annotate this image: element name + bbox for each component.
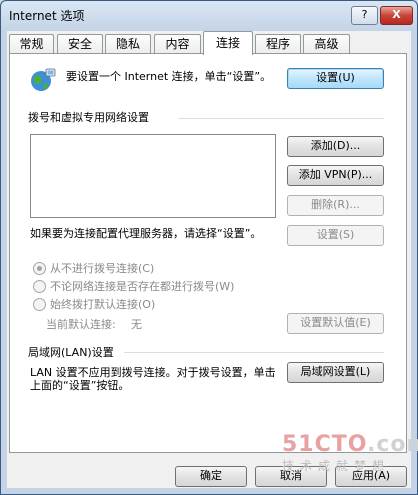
radio-always-dial[interactable] (33, 298, 46, 311)
option-dial-whenever: 不论网络连接是否存在都进行拨号(W) (50, 280, 235, 293)
dialup-group-label: 拨号和虚拟专用网络设置 (28, 111, 149, 124)
add-button[interactable]: 添加(D)... (287, 136, 384, 157)
tab-content[interactable]: 内容 (154, 34, 201, 54)
window-title: Internet 选项 (9, 9, 85, 23)
watermark-brand-a: 51CTO (282, 432, 367, 457)
title-bar[interactable]: Internet 选项 ? X (1, 1, 417, 29)
current-default-label: 当前默认连接: (46, 318, 116, 331)
close-button[interactable]: X (380, 6, 413, 25)
remove-button[interactable]: 删除(R)... (287, 195, 384, 216)
lan-group-label: 局域网(LAN)设置 (28, 346, 114, 359)
watermark-brand-b: .com (367, 432, 418, 457)
watermark-tagline: 技术成就梦想 (282, 459, 391, 473)
lan-text: LAN 设置不应用到拨号连接。对于拨号设置，单击上面的“设置”按钮。 (30, 366, 276, 392)
tab-privacy[interactable]: 隐私 (105, 34, 151, 54)
tab-programs[interactable]: 程序 (255, 34, 301, 54)
set-default-button[interactable]: 设置默认值(E) (287, 313, 384, 334)
site-watermark: 51CTO.com 技术成就梦想 (282, 432, 418, 474)
help-button[interactable]: ? (351, 6, 378, 25)
current-default-value: 无 (131, 318, 142, 331)
radio-never-dial[interactable] (33, 262, 46, 275)
tab-strip: 常规 安全 隐私 内容 连接 程序 高级 (7, 31, 411, 55)
proxy-text: 如果要为连接配置代理服务器，请选择“设置”。 (30, 227, 262, 240)
connections-list[interactable] (30, 134, 276, 218)
lan-divider (124, 352, 384, 353)
settings-button[interactable]: 设置(S) (287, 225, 384, 246)
tab-general[interactable]: 常规 (9, 34, 54, 54)
option-always-dial: 始终拨打默认连接(O) (50, 298, 156, 311)
option-never-dial: 从不进行拨号连接(C) (50, 262, 155, 275)
tab-advanced[interactable]: 高级 (303, 34, 350, 54)
tab-security[interactable]: 安全 (57, 34, 103, 54)
tab-connections[interactable]: 连接 (203, 31, 253, 55)
add-vpn-button[interactable]: 添加 VPN(P)... (287, 165, 384, 186)
network-globe-icon (31, 68, 56, 91)
radio-dial-whenever[interactable] (33, 280, 46, 293)
dialog-client: 常规 安全 隐私 内容 连接 程序 高级 (7, 31, 411, 488)
setup-text: 要设置一个 Internet 连接，单击“设置”。 (66, 70, 272, 83)
setup-button[interactable]: 设置(U) (287, 68, 384, 89)
dialup-divider (178, 118, 384, 119)
ok-button[interactable]: 确定 (175, 466, 247, 487)
lan-settings-button[interactable]: 局域网设置(L) (287, 362, 384, 383)
